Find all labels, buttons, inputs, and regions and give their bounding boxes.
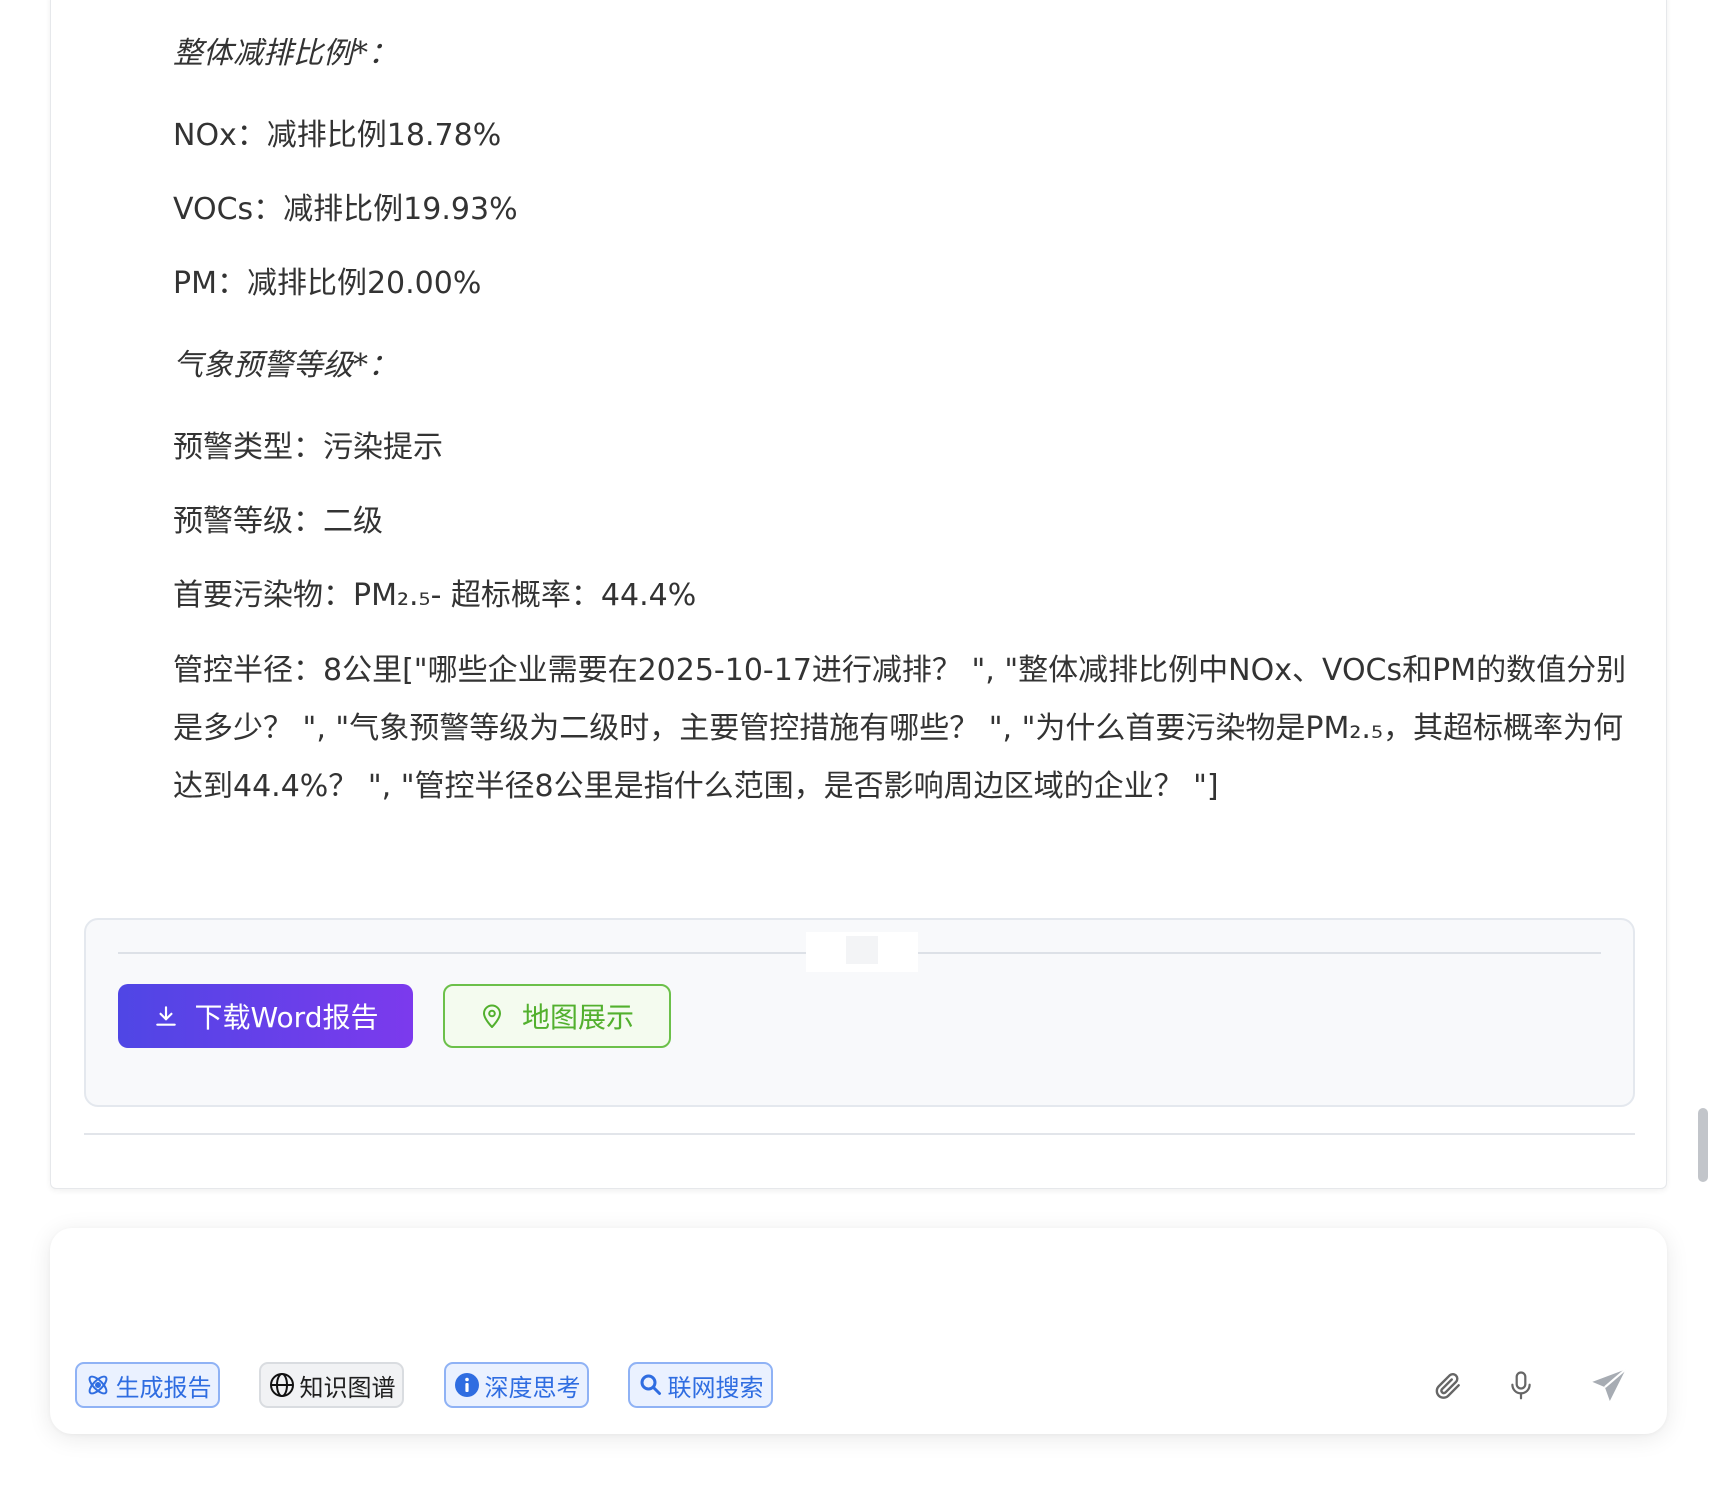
knowledge-graph-chip[interactable]: 知识图谱 — [259, 1362, 404, 1408]
primary-pollutant-line: 首要污染物：PM₂.₅- 超标概率：44.4% — [173, 578, 697, 613]
deep-thinking-chip[interactable]: 深度思考 — [444, 1362, 589, 1408]
map-button-label: 地图展示 — [521, 1001, 634, 1034]
send-message-button[interactable] — [1585, 1366, 1633, 1406]
deep-thinking-label: 深度思考 — [484, 1373, 581, 1402]
send-icon — [1592, 1368, 1627, 1401]
report-action-panel: 下载Word报告 地图展示 — [84, 918, 1635, 1107]
vocs-reduction-line: VOCs：减排比例19.93% — [173, 192, 518, 227]
attach-file-button[interactable] — [1428, 1366, 1468, 1406]
download-word-report-button[interactable]: 下载Word报告 — [118, 984, 413, 1048]
warning-level-line: 预警等级：二级 — [173, 504, 383, 539]
page-scrollbar-thumb[interactable] — [1698, 1108, 1708, 1182]
assistant-message-card: 整体减排比例*： NOx：减排比例18.78% VOCs：减排比例19.93% … — [50, 0, 1667, 1189]
download-icon — [155, 1006, 176, 1026]
map-display-button[interactable]: 地图展示 — [443, 984, 671, 1048]
message-divider — [84, 1133, 1635, 1135]
knowledge-graph-label: 知识图谱 — [299, 1373, 396, 1402]
pm-reduction-line: PM：减排比例20.00% — [173, 266, 482, 301]
reduction-heading: 整体减排比例*： — [173, 36, 398, 71]
warning-heading: 气象预警等级*： — [173, 348, 398, 383]
globe-icon — [269, 1373, 294, 1397]
microphone-icon — [1511, 1371, 1531, 1400]
chat-input[interactable] — [78, 1252, 1642, 1346]
panel-divider-label — [806, 932, 918, 972]
web-search-chip[interactable]: 联网搜索 — [628, 1362, 773, 1408]
generate-report-label: 生成报告 — [115, 1373, 212, 1402]
voice-input-button[interactable] — [1501, 1366, 1541, 1406]
info-icon — [454, 1373, 479, 1397]
web-search-label: 联网搜索 — [667, 1373, 764, 1402]
search-icon — [640, 1374, 661, 1395]
map-pin-icon — [482, 1004, 501, 1028]
atom-icon — [88, 1375, 107, 1395]
chat-page: 整体减排比例*： NOx：减排比例18.78% VOCs：减排比例19.93% … — [0, 0, 1712, 1492]
nox-reduction-line: NOx：减排比例18.78% — [173, 118, 502, 153]
generate-report-chip[interactable]: 生成报告 — [75, 1362, 220, 1408]
control-radius-paragraph: 管控半径：8公里["哪些企业需要在2025-10-17进行减排？ ", "整体减… — [173, 653, 1627, 804]
paperclip-icon — [1435, 1373, 1460, 1399]
download-button-label: 下载Word报告 — [194, 1001, 379, 1034]
warning-type-line: 预警类型：污染提示 — [173, 430, 443, 465]
